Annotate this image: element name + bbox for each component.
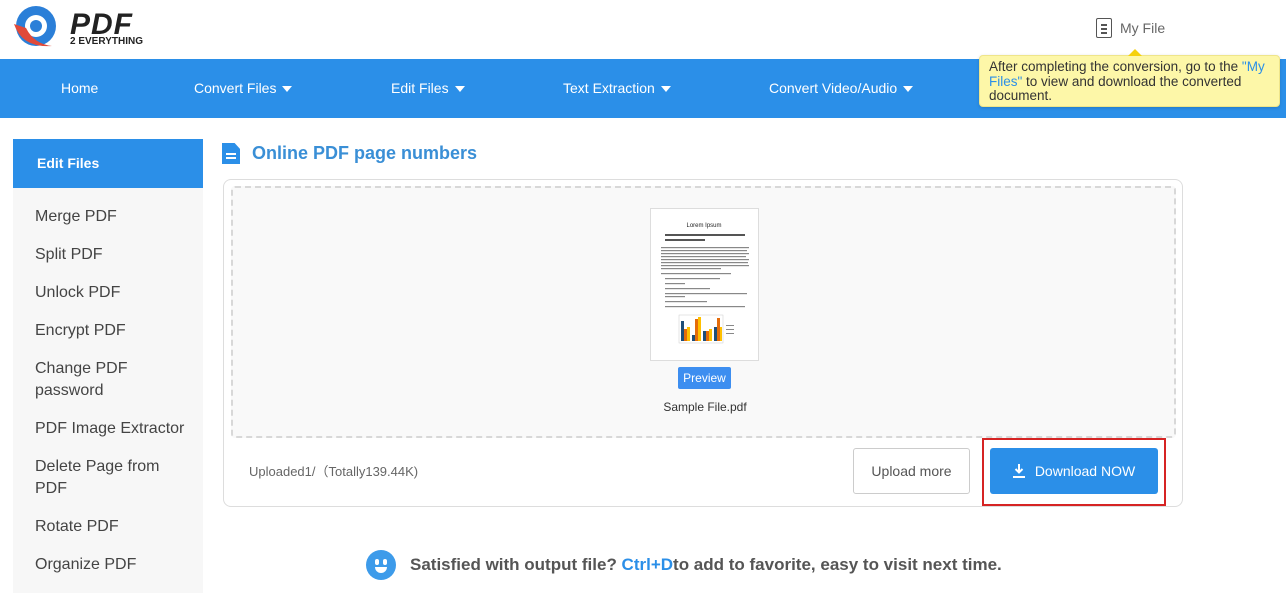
site-logo[interactable]: PDF 2 EVERYTHING [12,4,152,54]
my-files-tooltip: After completing the conversion, go to t… [979,49,1280,107]
nav-convert-video-audio[interactable]: Convert Video/Audio [769,59,914,118]
document-icon [222,143,240,164]
nav-edit-files-label: Edit Files [391,80,449,96]
sidebar-item-image-extractor[interactable]: PDF Image Extractor [35,418,205,440]
tooltip-text-after: to view and download the converted docum… [989,73,1242,103]
sidebar-item-merge-pdf[interactable]: Merge PDF [35,206,195,228]
nav-convert-video-audio-label: Convert Video/Audio [769,80,898,96]
upload-card: Lorem Ipsum Preview Sample File.pdf Uplo… [223,179,1183,507]
download-now-label: Download NOW [1034,463,1136,479]
sidebar-item-unlock-pdf[interactable]: Unlock PDF [35,282,195,304]
sidebar-item-rotate-pdf[interactable]: Rotate PDF [35,516,195,538]
file-list-icon [1096,18,1112,38]
smiley-icon [366,550,396,580]
sidebar-heading: Edit Files [13,139,203,188]
caret-down-icon [660,86,671,93]
download-now-button[interactable]: Download NOW [990,448,1158,494]
nav-text-extraction-label: Text Extraction [563,80,655,96]
file-name: Sample File.pdf [663,400,747,414]
my-file-link[interactable]: My File [1096,18,1165,38]
shortcut-text: Ctrl+D [621,555,674,574]
sidebar-item-split-pdf[interactable]: Split PDF [35,244,195,266]
hint-text-after: to add to favorite, easy to visit next t… [673,555,1002,574]
top-bar: PDF 2 EVERYTHING My File [0,0,1286,59]
favorite-hint: Satisfied with output file? Ctrl+Dto add… [366,550,1002,580]
preview-button[interactable]: Preview [678,367,731,389]
nav-home[interactable]: Home [61,59,98,118]
nav-convert-files-label: Convert Files [194,80,277,96]
sidebar-item-change-password[interactable]: Change PDF password [35,358,155,402]
logo-mark-icon [14,6,56,47]
caret-down-icon [903,86,914,93]
logo-subtext: 2 EVERYTHING [70,36,143,47]
caret-down-icon [282,86,293,93]
caret-down-icon [454,86,465,93]
thumb-title: Lorem Ipsum [686,223,721,229]
page-title-text: Online PDF page numbers [252,143,478,163]
file-dropzone[interactable]: Lorem Ipsum Preview Sample File.pdf [231,186,1176,438]
nav-convert-files[interactable]: Convert Files [194,59,293,118]
download-icon [1012,464,1025,478]
sidebar-item-organize-pdf[interactable]: Organize PDF [35,554,195,576]
tooltip-text: After completing the conversion, go to t… [989,59,1242,74]
upload-more-button[interactable]: Upload more [853,448,970,494]
nav-edit-files[interactable]: Edit Files [391,59,465,118]
page-title: Online PDF page numbers [222,143,477,164]
sidebar-item-delete-page[interactable]: Delete Page from PDF [35,456,175,500]
sidebar: Edit Files Merge PDF Split PDF Unlock PD… [13,139,203,593]
nav-home-label: Home [61,80,99,96]
my-file-label: My File [1120,20,1166,36]
favorite-hint-text: Satisfied with output file? Ctrl+Dto add… [410,555,1002,575]
sidebar-item-encrypt-pdf[interactable]: Encrypt PDF [35,320,195,342]
nav-text-extraction[interactable]: Text Extraction [563,59,671,118]
file-thumbnail[interactable]: Lorem Ipsum [650,208,759,361]
pdf-page-preview-icon: Lorem Ipsum [661,223,749,344]
hint-text-before: Satisfied with output file? [410,555,622,574]
upload-status: Uploaded1/（Totally139.44K) [249,464,419,479]
